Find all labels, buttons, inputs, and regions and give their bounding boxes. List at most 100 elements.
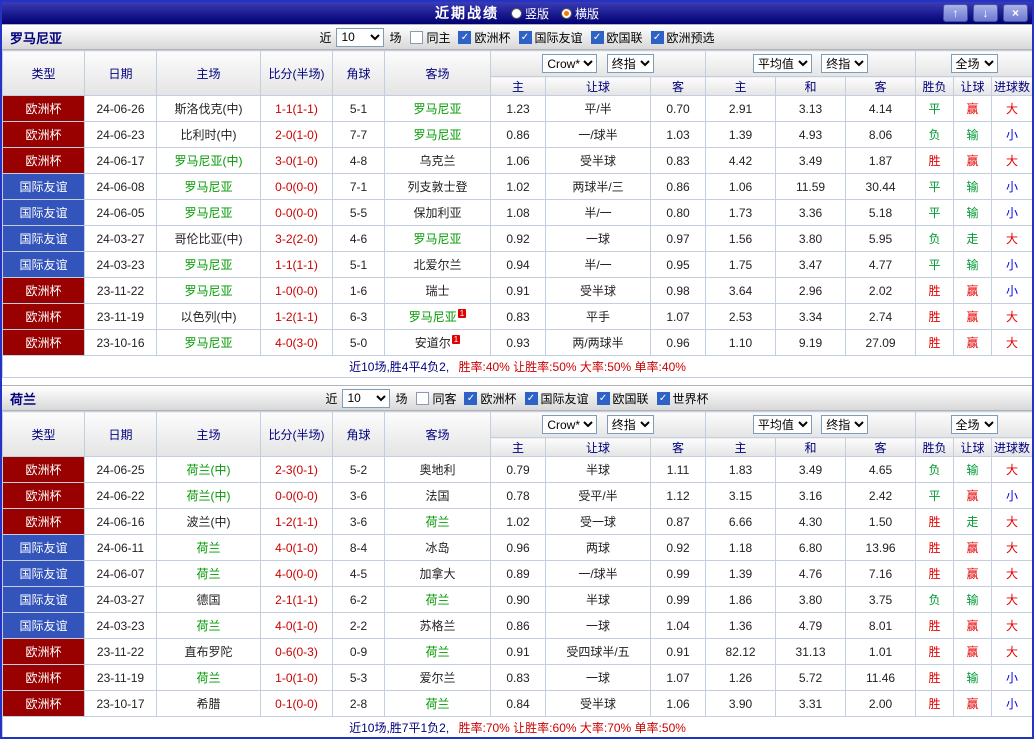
checkbox-checked-icon[interactable]: ✓ (590, 30, 604, 44)
filter-checkbox[interactable]: ✓ 世界杯 (656, 390, 709, 407)
team-name-text: 以色列(中) (180, 310, 237, 324)
match-score: 0-1(0-0) (260, 690, 333, 717)
odds-handicap: 半/一 (545, 251, 651, 278)
checkbox-unchecked-icon[interactable] (410, 30, 424, 44)
recent-count-select[interactable]: 10 (342, 388, 391, 408)
scope-select[interactable]: 全场 (950, 54, 998, 73)
team-name-text: 罗马尼亚 (184, 258, 233, 272)
checkbox-checked-icon[interactable]: ✓ (518, 30, 532, 44)
odds-home: 1.02 (490, 173, 546, 200)
filter-checkbox[interactable]: ✓ 欧洲预选 (650, 29, 715, 46)
corner-score: 3-6 (332, 508, 385, 535)
result-handicap: 赢 (953, 534, 993, 561)
checkbox-unchecked-icon[interactable] (416, 391, 430, 405)
scope-select[interactable]: 全场 (950, 415, 998, 434)
layout-option-horizontal[interactable]: 横版 (561, 5, 599, 22)
result-handicap: 输 (953, 173, 993, 200)
away-team: 安道尔 1 (384, 329, 491, 356)
avg-home-odds: 2.91 (705, 95, 777, 122)
home-team: 德国 (156, 586, 261, 613)
match-score: 1-1(1-1) (260, 251, 333, 278)
odds-home: 0.78 (490, 482, 546, 509)
result-handicap: 赢 (953, 482, 993, 509)
away-team: 荷兰 (384, 638, 491, 665)
competition-type: 欧洲杯 (2, 95, 85, 122)
radio-label: 横版 (575, 6, 600, 21)
competition-type: 欧洲杯 (2, 664, 85, 691)
team-name-text: 罗马尼亚 (184, 284, 233, 298)
result-handicap: 赢 (953, 303, 993, 330)
bookmaker-select[interactable]: Crow* (542, 415, 598, 434)
avg-period-select[interactable]: 终指 (821, 415, 869, 434)
checkbox-checked-icon[interactable]: ✓ (524, 391, 538, 405)
match-score: 0-0(0-0) (260, 173, 333, 200)
average-select[interactable]: 平均值 (752, 54, 812, 73)
home-team: 以色列(中) (156, 303, 261, 330)
handicap-odds-header: Crow* 终指 (489, 50, 707, 77)
filter-checkbox[interactable]: ✓ 欧洲杯 (458, 29, 511, 46)
match-score: 3-2(2-0) (260, 225, 333, 252)
match-row: 欧洲杯 24-06-16 波兰(中) 1-2(1-1) 3-6 荷兰 1.02 受一球 0.87… (2, 508, 1032, 535)
corner-score: 5-2 (332, 456, 385, 483)
match-date: 24-06-22 (84, 482, 157, 509)
filter-checkbox[interactable]: ✓ 欧洲杯 (464, 390, 517, 407)
sub-col-avg-away: 客 (845, 437, 917, 457)
competition-type: 国际友谊 (2, 560, 85, 587)
team-name-text: 法国 (425, 489, 450, 503)
match-date: 24-03-27 (84, 225, 157, 252)
corner-score: 1-6 (332, 277, 385, 304)
col-score: 比分(半场) (260, 50, 333, 96)
checkbox-label: 世界杯 (672, 391, 709, 406)
avg-draw-odds: 3.13 (775, 95, 847, 122)
filter-checkbox[interactable]: 同客 (416, 390, 456, 407)
match-date: 24-06-25 (84, 456, 157, 483)
result-outcome: 胜 (915, 277, 955, 304)
filter-checkbox[interactable]: ✓ 欧国联 (590, 29, 643, 46)
team-name-text: 北爱尔兰 (413, 258, 462, 272)
odds-home: 1.23 (490, 95, 546, 122)
team-name-text: 直布罗陀 (184, 645, 233, 659)
odds-period-select[interactable]: 终指 (606, 415, 654, 434)
average-select[interactable]: 平均值 (752, 415, 812, 434)
checkbox-checked-icon[interactable]: ✓ (464, 391, 478, 405)
odds-home: 0.94 (490, 251, 546, 278)
checkbox-checked-icon[interactable]: ✓ (596, 391, 610, 405)
sub-col-avg-home: 主 (705, 76, 777, 96)
odds-period-select[interactable]: 终指 (606, 54, 654, 73)
checkbox-checked-icon[interactable]: ✓ (656, 391, 670, 405)
avg-home-odds: 1.18 (705, 534, 777, 561)
match-row: 欧洲杯 23-11-19 以色列(中) 1-2(1-1) 6-3 罗马尼亚 1 0.83 平手 1… (2, 303, 1032, 330)
corner-score: 5-5 (332, 199, 385, 226)
result-outcome: 胜 (915, 638, 955, 665)
avg-draw-odds: 3.16 (775, 482, 847, 509)
move-down-button[interactable]: ↓ (973, 4, 998, 22)
checkbox-checked-icon[interactable]: ✓ (458, 30, 472, 44)
home-team: 荷兰(中) (156, 456, 261, 483)
sub-col-avg-draw: 和 (775, 437, 847, 457)
odds-handicap: 两/两球半 (545, 329, 651, 356)
filter-checkbox[interactable]: ✓ 国际友谊 (518, 29, 583, 46)
match-score: 2-0(1-0) (260, 121, 333, 148)
radio-icon[interactable] (561, 7, 572, 19)
filter-checkbox[interactable]: 同主 (410, 29, 450, 46)
home-team: 希腊 (156, 690, 261, 717)
avg-period-select[interactable]: 终指 (821, 54, 869, 73)
move-up-button[interactable]: ↑ (943, 4, 968, 22)
odds-away: 1.03 (649, 121, 707, 148)
match-row: 欧洲杯 24-06-26 斯洛伐克(中) 1-1(1-1) 5-1 罗马尼亚 1.23 平/半… (2, 95, 1032, 122)
close-button[interactable]: × (1003, 4, 1028, 22)
result-goals: 小 (991, 251, 1032, 278)
recent-results-window: 近期战绩 竖版 横版 ↑ ↓ × 罗马尼亚 近 10 场 同主 ✓ 欧洲杯 ✓ 国际友谊… (0, 0, 1034, 739)
col-date: 日期 (84, 411, 157, 457)
bookmaker-select[interactable]: Crow* (542, 54, 598, 73)
layout-option-vertical[interactable]: 竖版 (510, 5, 549, 22)
filter-checkbox[interactable]: ✓ 欧国联 (596, 390, 649, 407)
result-outcome: 平 (915, 173, 955, 200)
recent-count-select[interactable]: 10 (336, 27, 385, 47)
corner-score: 5-3 (332, 664, 385, 691)
radio-icon[interactable] (510, 7, 522, 19)
filter-checkbox[interactable]: ✓ 国际友谊 (524, 390, 589, 407)
match-date: 23-11-19 (84, 303, 157, 330)
checkbox-checked-icon[interactable]: ✓ (650, 30, 664, 44)
match-score: 1-0(1-0) (260, 664, 333, 691)
